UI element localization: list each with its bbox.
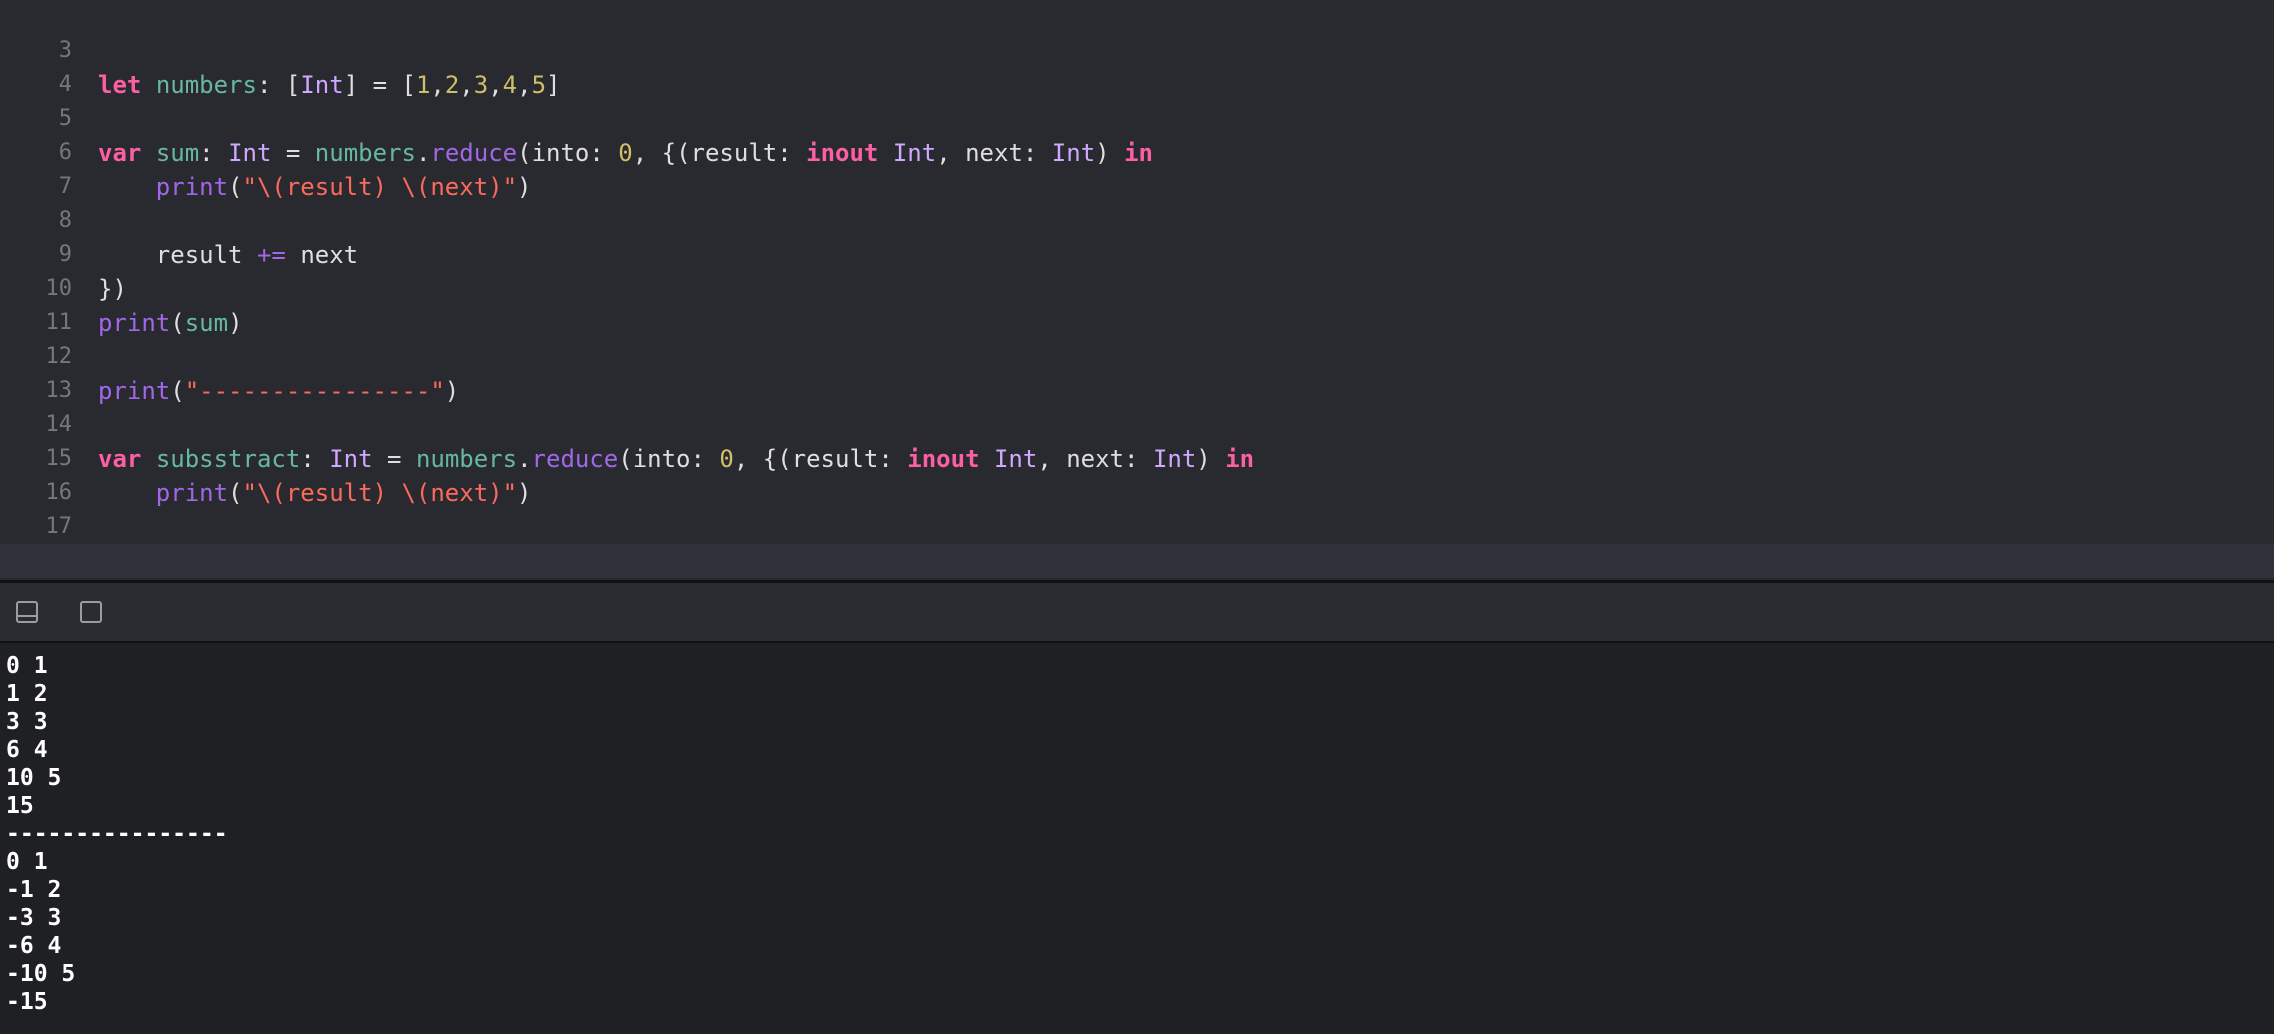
console-line: 0 1 — [6, 653, 48, 679]
console-line: 3 3 — [6, 709, 48, 735]
code-line[interactable]: 7 — [0, 136, 2274, 199]
console-line: -15 — [6, 989, 48, 1015]
console-line: ---------------- — [6, 821, 228, 847]
code-line[interactable]: 14 var subsstract: Int = numbers.reduce(… — [0, 374, 2274, 473]
console-line: -10 5 — [6, 961, 76, 987]
console-line: -3 3 — [6, 905, 62, 931]
code-line-current[interactable]: 19 print(subsstract) — [0, 544, 2274, 578]
code-line[interactable]: 11 — [0, 272, 2274, 335]
code-line[interactable]: 12 print("----------------") — [0, 306, 2274, 405]
code-line[interactable]: 10 print(sum) — [0, 238, 2274, 337]
console-line: 0 1 — [6, 849, 48, 875]
code-editor[interactable]: 3 let numbers: [Int] = [1,2,3,4,5] 4 5 v… — [0, 0, 2274, 580]
hide-debug-area-icon[interactable] — [16, 601, 38, 623]
console-line: -1 2 — [6, 877, 62, 903]
console-line: 1 2 — [6, 681, 48, 707]
console-line: 10 5 — [6, 765, 62, 791]
code-line[interactable]: 15 print("\(result) \(next)") — [0, 408, 2274, 507]
code-line[interactable]: 17 result -= next — [0, 476, 2274, 575]
debug-area-toolbar — [0, 583, 2274, 643]
code-line[interactable]: 8 result += next — [0, 170, 2274, 269]
console-output[interactable]: 0 1 1 2 3 3 6 4 10 5 15 ----------------… — [0, 643, 2274, 1034]
code-line[interactable]: 6 print("\(result) \(next)") — [0, 102, 2274, 201]
console-line: -6 4 — [6, 933, 62, 959]
code-line[interactable]: 5 var sum: Int = numbers.reduce(into: 0,… — [0, 68, 2274, 167]
show-console-icon[interactable] — [80, 601, 102, 623]
code-line[interactable]: 3 let numbers: [Int] = [1,2,3,4,5] — [0, 0, 2274, 99]
code-line[interactable]: 13 — [0, 340, 2274, 403]
code-line[interactable]: 16 — [0, 442, 2274, 505]
console-line: 15 — [6, 793, 34, 819]
code-line[interactable]: 18 }) — [0, 510, 2274, 573]
code-line[interactable]: 4 — [0, 34, 2274, 97]
code-line[interactable]: 9 }) — [0, 204, 2274, 303]
console-line: 6 4 — [6, 737, 48, 763]
